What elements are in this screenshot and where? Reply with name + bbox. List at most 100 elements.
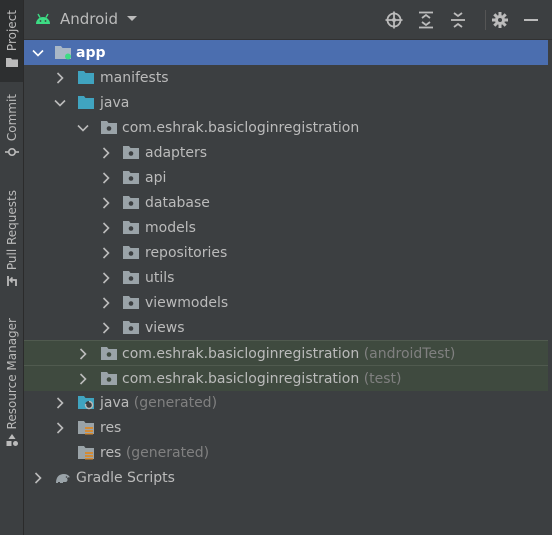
- expand-all-icon[interactable]: [417, 11, 435, 29]
- tree-row-repositories[interactable]: repositories: [24, 240, 548, 265]
- chevron-right-icon[interactable]: [100, 322, 112, 334]
- gradle-icon: [56, 474, 70, 483]
- tree-label-android-test-package: com.eshrak.basicloginregistration: [122, 345, 360, 362]
- pull-request-icon: [6, 276, 17, 287]
- tab-commit[interactable]: Commit: [0, 94, 23, 159]
- chevron-right-icon[interactable]: [54, 72, 66, 84]
- tree-label-res-generated: res: [100, 444, 122, 461]
- tree-label-database: database: [145, 194, 210, 211]
- tree-row-models[interactable]: models: [24, 215, 548, 240]
- project-toolbar: Android: [24, 0, 552, 40]
- tree-label-gradle-scripts: Gradle Scripts: [76, 469, 175, 486]
- tree-row-api[interactable]: api: [24, 165, 548, 190]
- chevron-right-icon[interactable]: [100, 172, 112, 184]
- tree-row-app[interactable]: app: [24, 40, 548, 65]
- tree-row-res-generated[interactable]: res (generated): [24, 440, 548, 465]
- chevron-right-icon[interactable]: [100, 247, 112, 259]
- tree-row-views[interactable]: views: [24, 315, 548, 340]
- tree-label-models: models: [145, 219, 196, 236]
- tree-label-manifests: manifests: [100, 69, 169, 86]
- package-icon: [123, 171, 139, 184]
- chevron-right-icon[interactable]: [100, 197, 112, 209]
- minimize-icon[interactable]: [522, 11, 540, 29]
- chevron-right-icon[interactable]: [54, 422, 66, 434]
- package-icon: [123, 246, 139, 259]
- resource-folder-icon: [78, 446, 94, 460]
- locate-icon[interactable]: [385, 11, 403, 29]
- project-tree: app manifests java com.eshrak.basiclogin…: [24, 40, 552, 535]
- package-icon: [123, 221, 139, 234]
- tree-row-main-package[interactable]: com.eshrak.basicloginregistration: [24, 115, 548, 140]
- test-suffix: (test): [363, 370, 402, 387]
- chevron-down-icon: [127, 16, 137, 21]
- resource-folder-icon: [78, 421, 94, 435]
- folder-icon: [78, 71, 94, 84]
- tool-window-strip: Project Commit Pull Requests Resource Ma…: [0, 0, 24, 535]
- collapse-all-icon[interactable]: [449, 11, 467, 29]
- package-icon: [123, 146, 139, 159]
- tree-row-res[interactable]: res: [24, 415, 548, 440]
- chevron-right-icon[interactable]: [100, 272, 112, 284]
- chevron-right-icon[interactable]: [100, 222, 112, 234]
- chevron-right-icon[interactable]: [77, 373, 89, 385]
- tree-row-android-test-package[interactable]: com.eshrak.basicloginregistration (andro…: [24, 340, 548, 366]
- tree-row-gradle-scripts[interactable]: Gradle Scripts: [24, 465, 548, 490]
- tree-row-utils[interactable]: utils: [24, 265, 548, 290]
- tree-label-java-generated: java: [100, 394, 130, 411]
- chevron-right-icon[interactable]: [32, 472, 44, 484]
- tree-label-utils: utils: [145, 269, 175, 286]
- tree-label-java: java: [100, 94, 130, 111]
- android-icon: [36, 13, 50, 24]
- folder-icon: [5, 58, 18, 68]
- tab-commit-label: Commit: [4, 94, 19, 142]
- package-icon: [101, 347, 117, 360]
- gear-icon[interactable]: [491, 11, 509, 29]
- package-icon: [123, 296, 139, 309]
- chevron-down-icon[interactable]: [77, 122, 89, 134]
- package-icon: [123, 321, 139, 334]
- folder-icon: [78, 96, 94, 109]
- tree-label-api: api: [145, 169, 167, 186]
- tree-row-database[interactable]: database: [24, 190, 548, 215]
- module-folder-icon: [55, 46, 71, 60]
- view-mode-selector[interactable]: Android: [34, 10, 138, 28]
- package-icon: [123, 271, 139, 284]
- android-test-suffix: (androidTest): [363, 345, 456, 362]
- tab-resource-manager-label: Resource Manager: [4, 318, 19, 430]
- package-icon: [101, 372, 117, 385]
- chevron-down-icon[interactable]: [32, 47, 44, 59]
- tree-row-manifests[interactable]: manifests: [24, 65, 548, 90]
- tree-label-viewmodels: viewmodels: [145, 294, 229, 311]
- tree-label-views: views: [145, 319, 185, 336]
- generated-folder-icon: [78, 396, 94, 410]
- tab-project-label: Project: [4, 10, 19, 52]
- package-icon: [123, 196, 139, 209]
- commit-icon: [4, 148, 19, 157]
- tree-row-test-package[interactable]: com.eshrak.basicloginregistration (test): [24, 365, 548, 391]
- tree-label-res: res: [100, 419, 122, 436]
- tab-resource-manager[interactable]: Resource Manager: [0, 318, 23, 447]
- package-icon: [101, 121, 117, 134]
- tree-row-java[interactable]: java: [24, 90, 548, 115]
- chevron-down-icon[interactable]: [54, 97, 66, 109]
- chevron-right-icon[interactable]: [77, 348, 89, 360]
- tab-pull-requests[interactable]: Pull Requests: [0, 190, 23, 288]
- chevron-right-icon[interactable]: [100, 297, 112, 309]
- toolbar-separator: [485, 10, 486, 30]
- chevron-right-icon[interactable]: [54, 397, 66, 409]
- chevron-right-icon[interactable]: [100, 147, 112, 159]
- tree-label-repositories: repositories: [145, 244, 228, 261]
- res-generated-suffix: (generated): [125, 444, 210, 461]
- tree-row-adapters[interactable]: adapters: [24, 140, 548, 165]
- java-generated-suffix: (generated): [133, 394, 218, 411]
- view-mode-label: Android: [60, 10, 118, 28]
- tree-label-test-package: com.eshrak.basicloginregistration: [122, 370, 360, 387]
- tab-pull-requests-label: Pull Requests: [4, 190, 19, 271]
- tree-label-main-package: com.eshrak.basicloginregistration: [122, 119, 360, 136]
- tree-row-java-generated[interactable]: java (generated): [24, 390, 548, 415]
- tree-label-app: app: [76, 44, 106, 61]
- resource-manager-icon: [6, 434, 18, 447]
- tree-label-adapters: adapters: [145, 144, 208, 161]
- tab-project[interactable]: Project: [0, 0, 23, 82]
- tree-row-viewmodels[interactable]: viewmodels: [24, 290, 548, 315]
